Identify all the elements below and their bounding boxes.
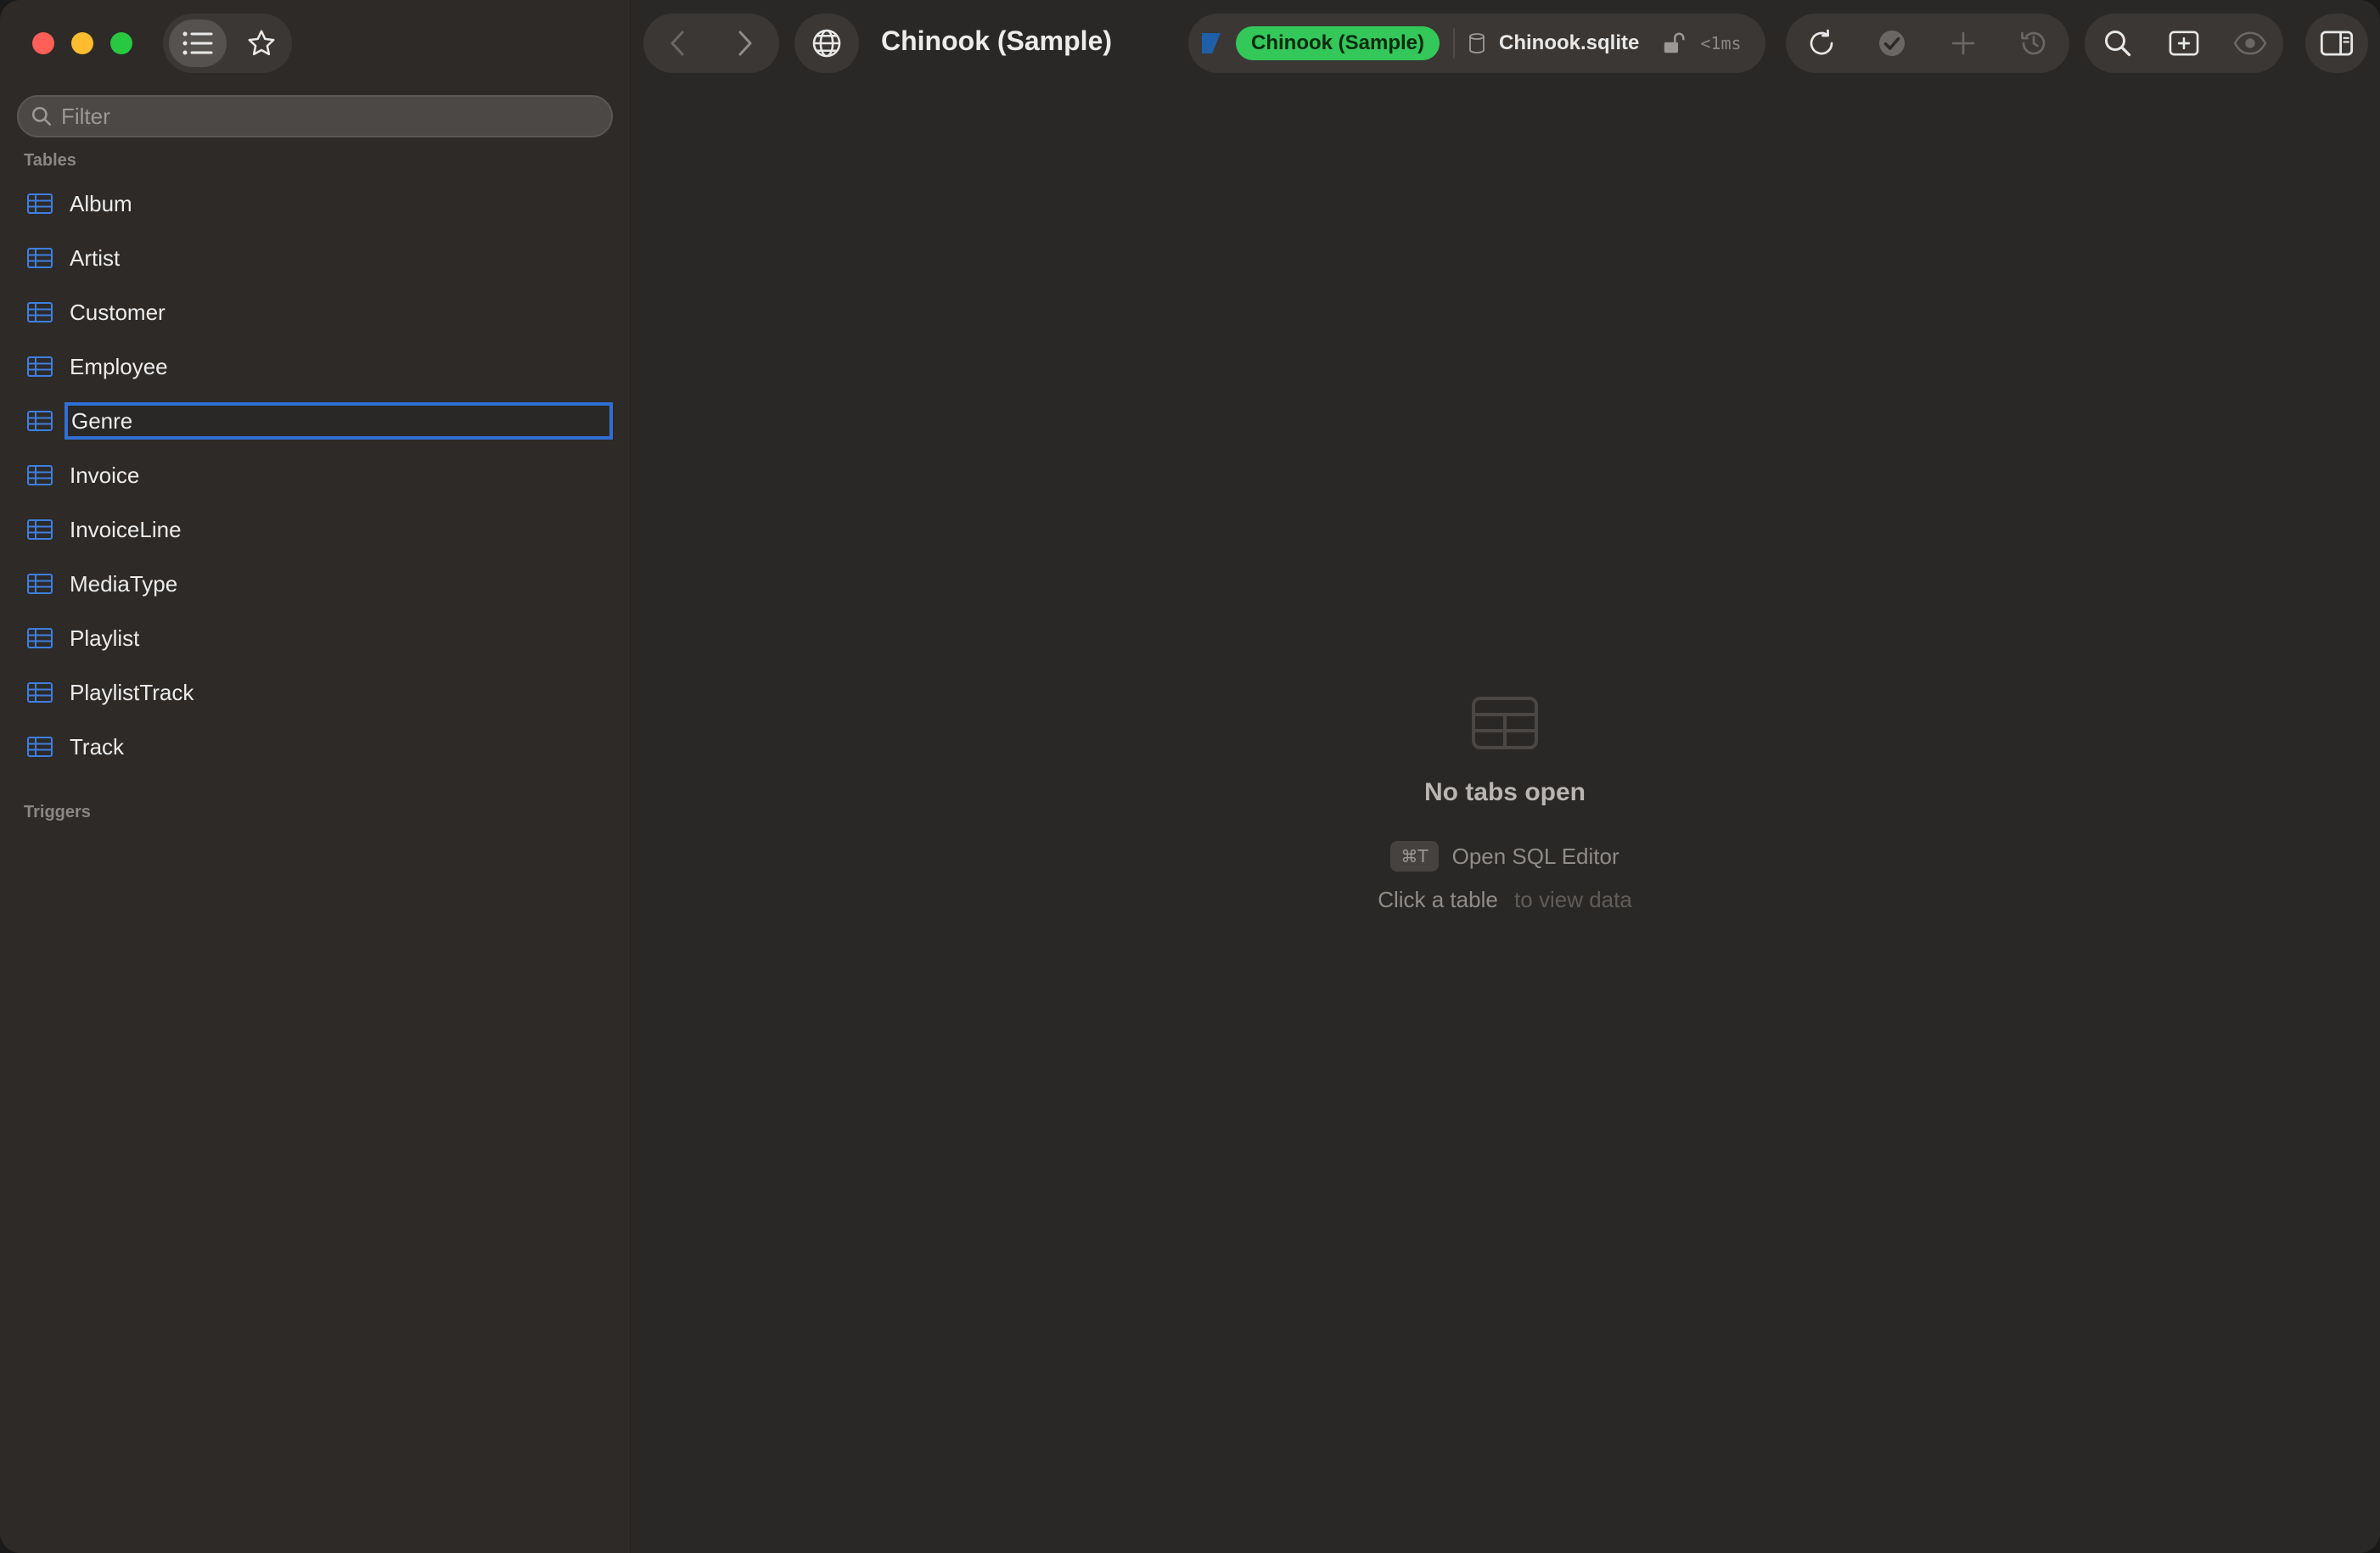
sidebar-table-item[interactable]: PlaylistTrack xyxy=(0,665,630,720)
sidebar-right-icon xyxy=(2320,31,2354,56)
connections-button[interactable] xyxy=(794,14,859,73)
sidebar-table-item[interactable]: Track xyxy=(0,720,630,774)
query-latency: <1ms xyxy=(1700,33,1742,53)
table-actions xyxy=(1786,14,2069,73)
table-icon xyxy=(27,356,53,377)
table-item-label: Playlist xyxy=(70,625,140,651)
sidebar-table-item[interactable]: Invoice xyxy=(0,448,630,502)
filter-input[interactable] xyxy=(59,102,572,131)
connection-name-badge[interactable]: Chinook (Sample) xyxy=(1236,26,1440,60)
search-button[interactable] xyxy=(2085,14,2151,73)
table-item-label: Customer xyxy=(70,299,166,325)
history-icon xyxy=(2021,31,2046,55)
table-icon xyxy=(27,682,53,703)
sidebar-table-item[interactable]: Customer xyxy=(0,285,630,339)
minimize-window-button[interactable] xyxy=(71,32,93,54)
sidebar: Tables Album Artist Customer Employee Genre I… xyxy=(0,0,631,1553)
connection-status-bar[interactable]: Chinook (Sample) Chinook.sqlite <1ms xyxy=(1188,14,1765,73)
table-placeholder-icon xyxy=(1472,697,1538,749)
empty-state-title: No tabs open xyxy=(1423,778,1586,806)
sidebar-table-item[interactable]: MediaType xyxy=(0,557,630,611)
shortcut-key: ⌘T xyxy=(1390,841,1439,872)
unlocked-icon[interactable] xyxy=(1661,31,1687,56)
tables-view-button[interactable] xyxy=(169,20,227,67)
table-item-label: Employee xyxy=(70,353,168,379)
database-file-name: Chinook.sqlite xyxy=(1499,31,1640,54)
sidebar-table-item[interactable]: Artist xyxy=(0,231,630,285)
toggle-inspector-button[interactable] xyxy=(2305,14,2368,73)
table-icon xyxy=(27,519,53,540)
sidebar-table-item[interactable]: InvoiceLine xyxy=(0,502,630,557)
refresh-icon xyxy=(1810,29,1833,55)
favorites-view-button[interactable] xyxy=(233,20,290,67)
table-item-label: MediaType xyxy=(70,570,178,597)
window-controls xyxy=(32,32,132,54)
sidebar-table-item[interactable]: Employee xyxy=(0,339,630,394)
hint-secondary: to view data xyxy=(1514,887,1632,912)
table-item-label: Track xyxy=(70,733,125,760)
sidebar-table-item[interactable]: Playlist xyxy=(0,611,630,665)
view-actions xyxy=(2085,14,2283,73)
chevron-right-icon xyxy=(738,31,752,56)
forward-button[interactable] xyxy=(711,14,779,73)
table-icon xyxy=(27,411,53,431)
table-item-label: InvoiceLine xyxy=(70,516,182,542)
window-title: Chinook (Sample) xyxy=(881,25,1113,56)
plus-square-icon xyxy=(2169,31,2199,56)
triggers-section-heading: Triggers xyxy=(24,803,91,821)
empty-state-hint: Click a table to view data xyxy=(630,887,2380,913)
commit-button[interactable] xyxy=(1857,14,1928,73)
checkmark-circle-icon xyxy=(1879,31,1906,56)
close-window-button[interactable] xyxy=(32,32,54,54)
star-icon xyxy=(248,30,275,56)
history-button[interactable] xyxy=(1999,14,2070,73)
table-icon xyxy=(27,302,53,322)
tables-section-heading: Tables xyxy=(24,151,76,170)
magnifier-icon xyxy=(2105,31,2131,57)
table-item-label: Invoice xyxy=(70,462,140,488)
table-icon xyxy=(27,193,53,214)
table-list: Album Artist Customer Employee Genre Invoice I… xyxy=(0,177,630,774)
table-icon xyxy=(27,465,53,485)
sidebar-table-item[interactable]: Album xyxy=(0,177,630,231)
sidebar-table-item[interactable]: Genre xyxy=(0,394,630,448)
search-icon xyxy=(31,106,52,126)
plus-icon xyxy=(1951,31,1975,55)
refresh-button[interactable] xyxy=(1786,14,1857,73)
sidebar-mode-switch xyxy=(163,14,292,73)
shortcut-label: Open SQL Editor xyxy=(1451,843,1619,869)
table-icon xyxy=(27,628,53,648)
table-rename-field[interactable]: Genre xyxy=(65,402,613,440)
globe-icon xyxy=(812,29,841,58)
list-icon xyxy=(182,31,213,55)
zoom-window-button[interactable] xyxy=(110,32,132,54)
table-icon xyxy=(27,248,53,268)
table-item-label: PlaylistTrack xyxy=(70,679,194,705)
hint-primary: Click a table xyxy=(1378,887,1498,912)
table-item-label: Album xyxy=(70,190,132,216)
eye-icon xyxy=(2233,31,2267,55)
open-sql-editor-shortcut[interactable]: ⌘T Open SQL Editor xyxy=(630,841,2380,872)
back-button[interactable] xyxy=(643,14,711,73)
app-window: Tables Album Artist Customer Employee Genre I… xyxy=(0,0,2380,1553)
chevron-left-icon xyxy=(671,31,684,56)
database-brand-icon xyxy=(1202,33,1221,53)
empty-state: No tabs open ⌘T Open SQL Editor Click a … xyxy=(630,696,2380,913)
status-divider xyxy=(1453,28,1456,59)
navigation-buttons xyxy=(643,14,779,73)
table-icon xyxy=(27,737,53,757)
filter-field[interactable] xyxy=(17,95,613,137)
table-icon xyxy=(27,574,53,594)
preview-button[interactable] xyxy=(2217,14,2283,73)
new-tab-button[interactable] xyxy=(2151,14,2217,73)
add-row-button[interactable] xyxy=(1928,14,1999,73)
table-item-label: Artist xyxy=(70,244,121,271)
database-icon xyxy=(1469,33,1485,53)
